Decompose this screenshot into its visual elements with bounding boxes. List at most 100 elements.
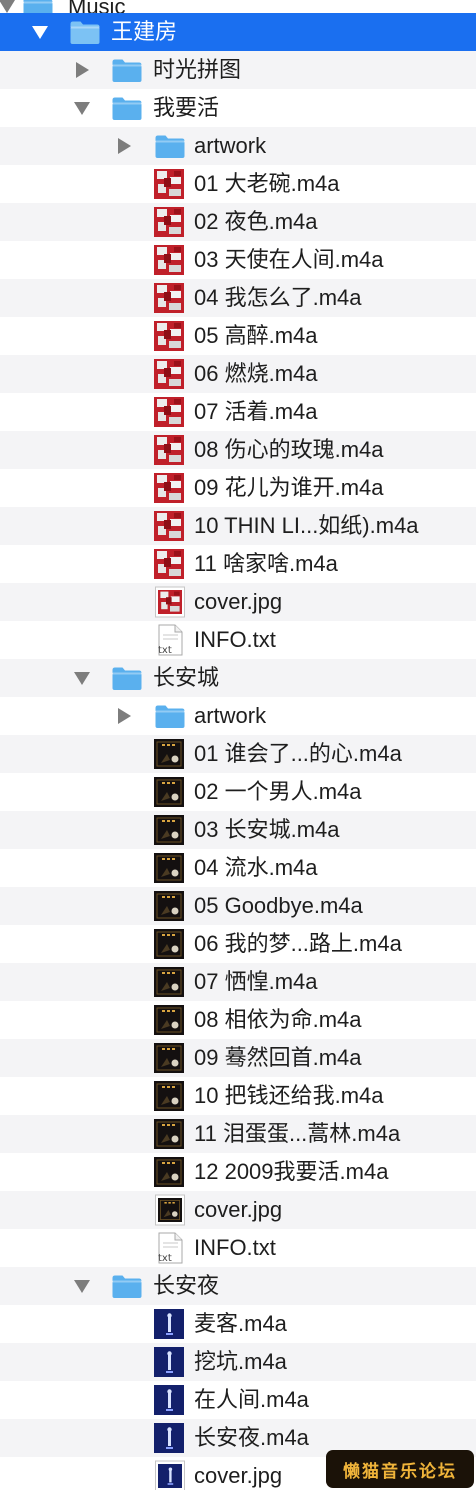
file-row[interactable]: cover.jpg — [0, 1191, 476, 1229]
item-name: 04 流水.m4a — [194, 855, 318, 880]
item-name: 03 长安城.m4a — [194, 817, 340, 842]
item-name: 09 蓦然回首.m4a — [194, 1045, 362, 1070]
file-row[interactable]: 06 燃烧.m4a — [0, 355, 476, 393]
folder-row[interactable]: Music — [0, 0, 476, 13]
file-row[interactable]: 10 把钱还给我.m4a — [0, 1077, 476, 1115]
item-name: INFO.txt — [194, 627, 276, 652]
folder-icon — [154, 700, 186, 732]
file-row[interactable]: 挖坑.m4a — [0, 1343, 476, 1381]
item-name: artwork — [194, 703, 267, 728]
file-row[interactable]: 08 伤心的玫瑰.m4a — [0, 431, 476, 469]
disclosure-collapsed-icon[interactable] — [113, 135, 135, 157]
album-art-icon — [154, 853, 184, 883]
item-name: 我要活 — [153, 95, 220, 120]
disclosure-collapsed-icon[interactable] — [113, 705, 135, 727]
file-row[interactable]: 01 谁会了...的心.m4a — [0, 735, 476, 773]
file-row[interactable]: 06 我的梦...路上.m4a — [0, 925, 476, 963]
item-name: 12 2009我要活.m4a — [194, 1159, 389, 1184]
disclosure-expanded-icon[interactable] — [71, 97, 93, 119]
album-art-icon — [154, 359, 184, 389]
file-row[interactable]: 05 Goodbye.m4a — [0, 887, 476, 925]
file-row[interactable]: cover.jpg — [0, 583, 476, 621]
album-art-icon — [154, 321, 184, 351]
folder-row[interactable]: 王建房 — [0, 13, 476, 51]
file-row[interactable]: 07 恓惶.m4a — [0, 963, 476, 1001]
disclosure-collapsed-icon[interactable] — [71, 59, 93, 81]
file-row[interactable]: 03 长安城.m4a — [0, 811, 476, 849]
file-row[interactable]: 02 夜色.m4a — [0, 203, 476, 241]
item-name: 08 相依为命.m4a — [194, 1007, 362, 1032]
folder-row[interactable]: 长安城 — [0, 659, 476, 697]
item-name: 01 大老碗.m4a — [194, 171, 340, 196]
folder-icon — [111, 92, 143, 124]
file-row[interactable]: 07 活着.m4a — [0, 393, 476, 431]
album-art-icon — [154, 929, 184, 959]
item-name: 11 啥家啥.m4a — [194, 551, 338, 576]
file-row[interactable]: 在人间.m4a — [0, 1381, 476, 1419]
album-art-icon — [154, 739, 184, 769]
file-row[interactable]: txt INFO.txt — [0, 1229, 476, 1267]
item-name: 07 活着.m4a — [194, 399, 318, 424]
album-art-icon — [154, 283, 184, 313]
album-art-icon — [154, 511, 184, 541]
album-art-icon — [154, 1385, 184, 1415]
album-art-icon — [154, 473, 184, 503]
file-row[interactable]: 08 相依为命.m4a — [0, 1001, 476, 1039]
item-name: 03 天使在人间.m4a — [194, 247, 384, 272]
item-name: 05 Goodbye.m4a — [194, 893, 363, 918]
album-art-icon — [154, 1309, 184, 1339]
item-name: 01 谁会了...的心.m4a — [194, 741, 402, 766]
file-row[interactable]: txt INFO.txt — [0, 621, 476, 659]
item-name: 02 夜色.m4a — [194, 209, 318, 234]
disclosure-expanded-icon[interactable] — [71, 667, 93, 689]
file-row[interactable]: 05 高醉.m4a — [0, 317, 476, 355]
item-name: 10 THIN LI...如纸).m4a — [194, 513, 419, 538]
file-row[interactable]: 10 THIN LI...如纸).m4a — [0, 507, 476, 545]
album-art-icon — [154, 207, 184, 237]
folder-row[interactable]: 我要活 — [0, 89, 476, 127]
text-document-icon: txt — [154, 624, 186, 656]
album-art-icon — [154, 1119, 184, 1149]
file-row[interactable]: 12 2009我要活.m4a — [0, 1153, 476, 1191]
folder-row[interactable]: 时光拼图 — [0, 51, 476, 89]
file-row[interactable]: 11 啥家啥.m4a — [0, 545, 476, 583]
album-art-icon — [154, 435, 184, 465]
album-art-icon — [154, 1005, 184, 1035]
file-row[interactable]: 01 大老碗.m4a — [0, 165, 476, 203]
item-name: 长安城 — [153, 665, 220, 690]
folder-icon — [69, 16, 101, 48]
file-row[interactable]: 09 花儿为谁开.m4a — [0, 469, 476, 507]
folder-row[interactable]: artwork — [0, 127, 476, 165]
item-name: 长安夜 — [153, 1273, 220, 1298]
file-row[interactable]: 麦客.m4a — [0, 1305, 476, 1343]
disclosure-expanded-icon[interactable] — [0, 0, 18, 13]
item-name: 06 我的梦...路上.m4a — [194, 931, 402, 956]
item-name: 04 我怎么了.m4a — [194, 285, 362, 310]
text-document-icon: txt — [154, 1232, 186, 1264]
file-row[interactable]: 02 一个男人.m4a — [0, 773, 476, 811]
file-row[interactable]: 04 流水.m4a — [0, 849, 476, 887]
file-row[interactable]: 11 泪蛋蛋...蒿林.m4a — [0, 1115, 476, 1153]
image-thumbnail-icon — [154, 586, 186, 618]
item-name: 挖坑.m4a — [194, 1349, 287, 1374]
folder-icon — [111, 662, 143, 694]
item-name: artwork — [194, 133, 267, 158]
disclosure-expanded-icon[interactable] — [29, 21, 51, 43]
album-art-icon — [154, 777, 184, 807]
item-name: INFO.txt — [194, 1235, 276, 1260]
item-name: 长安夜.m4a — [194, 1425, 309, 1450]
item-name: 07 恓惶.m4a — [194, 969, 318, 994]
album-art-icon — [154, 1423, 184, 1453]
folder-row[interactable]: artwork — [0, 697, 476, 735]
file-row[interactable]: 03 天使在人间.m4a — [0, 241, 476, 279]
file-tree: Music 王建房 时光拼图我要活 artwork 01 大老碗.m4a 02 夜色.m4… — [0, 0, 476, 1490]
file-row[interactable]: 09 蓦然回首.m4a — [0, 1039, 476, 1077]
folder-icon — [111, 54, 143, 86]
folder-row[interactable]: 长安夜 — [0, 1267, 476, 1305]
file-row[interactable]: 04 我怎么了.m4a — [0, 279, 476, 317]
album-art-icon — [154, 397, 184, 427]
disclosure-expanded-icon[interactable] — [71, 1275, 93, 1297]
item-name: 02 一个男人.m4a — [194, 779, 362, 804]
forum-watermark-logo: 懒猫音乐论坛 — [326, 1450, 474, 1488]
item-name: 在人间.m4a — [194, 1387, 309, 1412]
